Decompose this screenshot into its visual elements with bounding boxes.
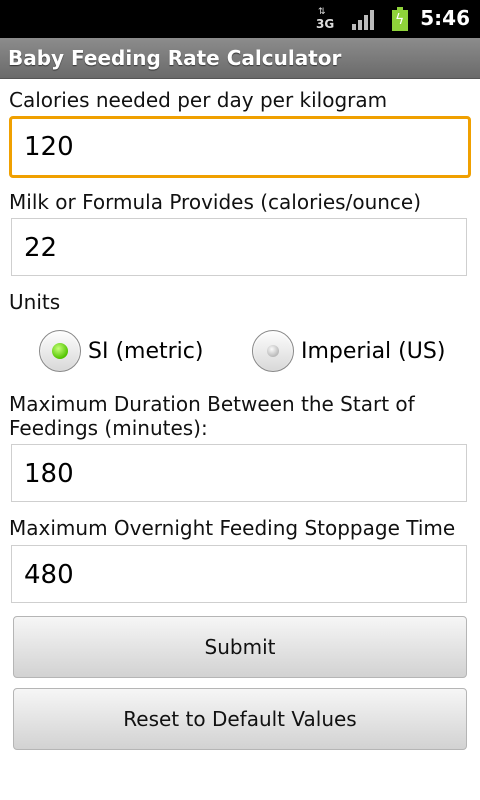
submit-button[interactable]: Submit	[13, 616, 467, 678]
max-duration-input[interactable]: 180	[11, 444, 467, 502]
duration-label-line2: Feedings (minutes):	[9, 416, 208, 440]
milk-label: Milk or Formula Provides (calories/ounce…	[9, 190, 422, 214]
units-label: Units	[9, 290, 61, 314]
overnight-label: Maximum Overnight Feeding Stoppage Time	[9, 516, 456, 540]
status-time: 5:46	[420, 6, 470, 30]
status-bar: ⇅ 3G ϟ 5:46	[0, 0, 480, 38]
calories-input[interactable]: 120	[9, 116, 471, 178]
imperial-us-label[interactable]: Imperial (US)	[301, 338, 445, 366]
si-metric-label[interactable]: SI (metric)	[88, 338, 203, 366]
imperial-us-radio[interactable]	[252, 330, 294, 372]
calories-label: Calories needed per day per kilogram	[9, 88, 388, 112]
milk-calories-input[interactable]: 22	[11, 218, 467, 276]
battery-charging-icon: ϟ	[392, 7, 408, 31]
duration-label-line1: Maximum Duration Between the Start of	[9, 392, 415, 416]
radio-selected-icon	[52, 343, 68, 359]
radio-unselected-icon	[267, 345, 279, 357]
app-title: Baby Feeding Rate Calculator	[8, 46, 342, 70]
si-metric-radio[interactable]	[39, 330, 81, 372]
signal-strength-icon	[352, 10, 376, 30]
network-3g-icon: ⇅ 3G	[316, 7, 335, 31]
app-title-bar: Baby Feeding Rate Calculator	[0, 38, 480, 79]
overnight-stoppage-input[interactable]: 480	[11, 545, 467, 603]
network-type-label: 3G	[316, 17, 335, 31]
reset-defaults-button[interactable]: Reset to Default Values	[13, 688, 467, 750]
